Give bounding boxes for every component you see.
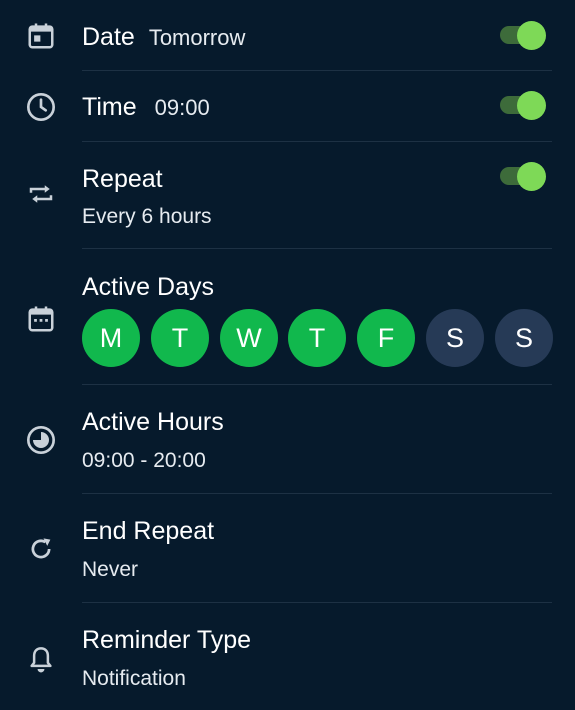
active-days-label: Active Days bbox=[82, 273, 214, 301]
repeat-row[interactable]: Repeat Every 6 hours bbox=[0, 142, 575, 249]
end-repeat-row[interactable]: End Repeat Never bbox=[0, 494, 575, 603]
active-hours-value: 09:00 - 20:00 bbox=[82, 449, 206, 472]
repeat-label: Repeat bbox=[82, 165, 163, 193]
time-toggle[interactable] bbox=[500, 91, 548, 120]
bell-icon bbox=[23, 641, 59, 677]
date-label-group: Date Tomorrow bbox=[82, 22, 245, 53]
clock-pie-icon bbox=[23, 422, 59, 458]
calendar-grid-icon bbox=[23, 301, 59, 337]
time-label-group: Time 09:00 bbox=[82, 92, 210, 123]
end-repeat-label: End Repeat bbox=[82, 517, 215, 545]
active-hours-label: Active Hours bbox=[82, 408, 224, 436]
repeat-toggle[interactable] bbox=[500, 162, 548, 191]
reminder-type-label: Reminder Type bbox=[82, 626, 252, 654]
time-row[interactable]: Time 09:00 bbox=[0, 71, 575, 142]
reminder-type-value: Notification bbox=[82, 667, 186, 690]
day-toggle[interactable]: F bbox=[357, 309, 415, 367]
toggle-thumb bbox=[517, 21, 546, 50]
clock-icon bbox=[23, 89, 59, 125]
repeat-value: Every 6 hours bbox=[82, 205, 212, 228]
day-selector: MTWTFSS bbox=[82, 309, 557, 368]
date-row[interactable]: Date Tomorrow bbox=[0, 0, 575, 71]
toggle-thumb bbox=[517, 91, 546, 120]
date-label: Date bbox=[82, 23, 135, 51]
end-repeat-value: Never bbox=[82, 558, 139, 581]
day-toggle[interactable]: T bbox=[288, 309, 346, 367]
repeat-icon bbox=[23, 176, 59, 212]
date-value: Tomorrow bbox=[148, 25, 246, 50]
refresh-icon bbox=[23, 531, 59, 567]
calendar-icon bbox=[23, 18, 59, 54]
day-toggle[interactable]: S bbox=[426, 309, 484, 367]
day-toggle[interactable]: M bbox=[82, 309, 140, 367]
day-toggle[interactable]: S bbox=[495, 309, 553, 367]
time-label: Time bbox=[82, 93, 137, 121]
time-value: 09:00 bbox=[154, 95, 210, 120]
active-hours-row[interactable]: Active Hours 09:00 - 20:00 bbox=[0, 385, 575, 494]
day-toggle[interactable]: T bbox=[151, 309, 209, 367]
toggle-thumb bbox=[517, 162, 546, 191]
day-toggle[interactable]: W bbox=[220, 309, 278, 367]
date-toggle[interactable] bbox=[500, 21, 548, 50]
reminder-type-row[interactable]: Reminder Type Notification bbox=[0, 603, 575, 710]
